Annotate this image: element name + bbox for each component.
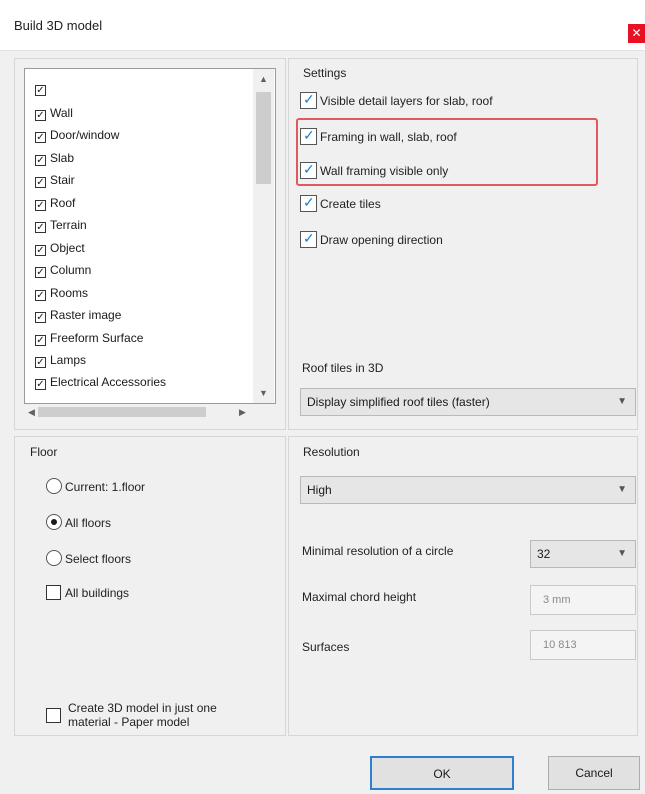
list-item[interactable]: ✓ Stair [35, 170, 75, 190]
chevron-down-icon: ▼ [617, 548, 627, 559]
surfaces-field: 10 813 [530, 630, 636, 660]
scroll-up-icon[interactable]: ▲ [259, 74, 268, 84]
checkbox-icon[interactable] [300, 161, 317, 179]
setting-wall-framing-visible[interactable]: Wall framing visible only [300, 161, 448, 179]
list-item[interactable]: ✓ Lamps [35, 350, 86, 370]
list-vertical-scroll-thumb[interactable] [256, 92, 271, 184]
checkbox-icon[interactable]: ✓ [35, 200, 46, 211]
list-item-label: Raster image [50, 308, 122, 322]
radio-icon[interactable] [46, 550, 62, 566]
checkbox-icon[interactable]: ✓ [35, 177, 46, 188]
floor-option-current[interactable]: Current: 1.floor [46, 478, 145, 494]
checkbox-icon[interactable] [46, 585, 61, 600]
close-button[interactable]: ✕ [628, 24, 645, 43]
checkbox-icon[interactable]: ✓ [35, 290, 46, 301]
list-item[interactable]: ✓ Raster image [35, 305, 121, 325]
list-item[interactable]: ✓ [35, 78, 50, 98]
max-chord-field[interactable]: 3 mm [530, 585, 636, 615]
min-circle-label: Minimal resolution of a circle [302, 544, 454, 558]
checkbox-icon[interactable]: ✓ [35, 85, 46, 96]
list-item-label: Lamps [50, 353, 87, 367]
list-horizontal-scroll-thumb[interactable] [38, 407, 206, 417]
floor-title: Floor [30, 445, 58, 459]
checkbox-icon[interactable]: ✓ [35, 312, 46, 323]
list-item-label: Door/window [50, 128, 120, 142]
resolution-title: Resolution [303, 445, 360, 459]
list-item[interactable]: ✓ Terrain [35, 215, 87, 235]
radio-icon[interactable] [46, 478, 62, 494]
checkbox-icon[interactable] [300, 127, 317, 145]
checkbox-icon[interactable] [300, 230, 317, 248]
list-item[interactable]: ✓ Wall [35, 103, 73, 123]
surfaces-label: Surfaces [302, 640, 350, 654]
chevron-down-icon: ▼ [617, 396, 627, 407]
settings-title: Settings [303, 66, 347, 80]
setting-visible-detail-layers[interactable]: Visible detail layers for slab, roof [300, 91, 493, 109]
resolution-dropdown[interactable]: High ▼ [300, 476, 636, 504]
list-item-label: Freeform Surface [50, 331, 144, 345]
checkbox-icon[interactable]: ✓ [35, 245, 46, 256]
setting-framing[interactable]: Framing in wall, slab, roof [300, 127, 457, 145]
paper-model-checkbox[interactable] [46, 708, 65, 723]
checkbox-icon[interactable]: ✓ [35, 110, 46, 121]
list-item[interactable]: ✓ Column [35, 260, 91, 280]
list-item[interactable]: ✓ Electrical Accessories [35, 372, 166, 392]
chevron-down-icon: ▼ [617, 484, 627, 495]
list-item-label: Slab [50, 151, 75, 165]
all-buildings-checkbox[interactable]: All buildings [46, 585, 129, 600]
list-item-label: Rooms [50, 286, 89, 300]
list-item[interactable]: ✓ Roof [35, 193, 75, 213]
roof-tiles-dropdown[interactable]: Display simplified roof tiles (faster) ▼ [300, 388, 636, 416]
max-chord-label: Maximal chord height [302, 590, 417, 604]
checkbox-icon[interactable]: ✓ [35, 267, 46, 278]
list-item-label: Electrical Accessories [50, 375, 167, 389]
list-item-label: Roof [50, 196, 76, 210]
min-circle-dropdown[interactable]: 32 ▼ [530, 540, 636, 568]
list-item-label: Terrain [50, 218, 87, 232]
list-item[interactable]: ✓ Object [35, 238, 85, 258]
checkbox-icon[interactable]: ✓ [35, 155, 46, 166]
list-item[interactable]: ✓ Slab [35, 148, 74, 168]
paper-model-label-line1: Create 3D model in just one [68, 701, 217, 715]
list-item[interactable]: ✓ Door/window [35, 125, 119, 145]
scroll-right-icon[interactable]: ▶ [239, 407, 246, 418]
checkbox-icon[interactable] [46, 708, 61, 723]
list-item[interactable]: ✓ Freeform Surface [35, 328, 143, 348]
window-title: Build 3D model [14, 18, 103, 33]
roof-tiles-label: Roof tiles in 3D [302, 361, 384, 375]
list-item-label: Wall [50, 106, 73, 120]
radio-icon[interactable] [46, 514, 62, 530]
checkbox-icon[interactable] [300, 91, 317, 109]
cancel-button[interactable]: Cancel [548, 756, 640, 790]
checkbox-icon[interactable]: ✓ [35, 222, 46, 233]
list-item-label: Stair [50, 173, 75, 187]
checkbox-icon[interactable]: ✓ [35, 379, 46, 390]
checkbox-icon[interactable]: ✓ [35, 132, 46, 143]
setting-draw-opening[interactable]: Draw opening direction [300, 230, 443, 248]
elements-list[interactable]: ✓ ✓ Wall ✓ Door/window ✓ Slab ✓ Stair ✓ Roof … [24, 68, 276, 404]
scroll-down-icon[interactable]: ▼ [259, 388, 268, 398]
paper-model-label-line2: material - Paper model [68, 715, 190, 729]
floor-option-select[interactable]: Select floors [46, 550, 131, 566]
ok-button[interactable]: OK [370, 756, 514, 790]
scroll-left-icon[interactable]: ◀ [28, 407, 35, 418]
list-item-label: Column [50, 263, 92, 277]
checkbox-icon[interactable] [300, 194, 317, 212]
list-item-label: Object [50, 241, 85, 255]
checkbox-icon[interactable]: ✓ [35, 357, 46, 368]
checkbox-icon[interactable]: ✓ [35, 335, 46, 346]
floor-option-all[interactable]: All floors [46, 514, 111, 530]
list-item[interactable]: ✓ Rooms [35, 283, 88, 303]
setting-create-tiles[interactable]: Create tiles [300, 194, 381, 212]
